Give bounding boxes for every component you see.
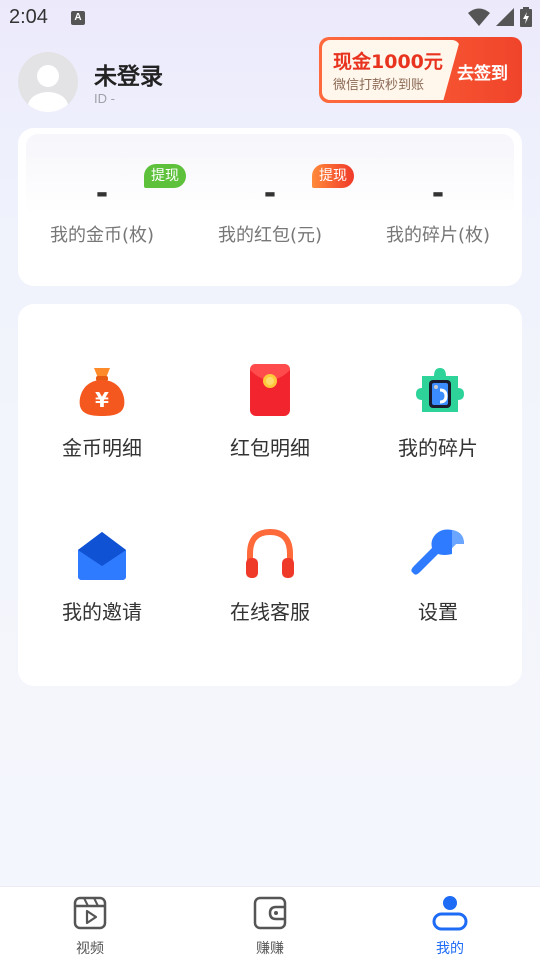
menu-item-my-invitations[interactable]: 我的邀请 [18,468,186,628]
nav-label: 视频 [76,941,104,957]
menu-item-red-packet-details[interactable]: 红包明细 [186,304,354,464]
menu-item-label: 我的邀请 [62,600,142,624]
nav-item-earn[interactable]: 赚赚 [180,887,360,960]
fragments-value: - [431,176,445,211]
red-packet-label: 我的红包(元) [217,225,323,246]
banner-subtitle: 微信打款秒到账 [333,78,425,93]
function-grid: ¥ 金币明细 红包明细 我的碎片 我的邀请 在线客服 设置 [18,304,522,686]
status-time: 2:04 [9,6,48,28]
bottom-nav: 视频 赚赚 我的 [0,886,540,960]
menu-item-label: 金币明细 [62,436,142,460]
menu-item-coin-details[interactable]: ¥ 金币明细 [18,304,186,464]
headphones-icon [246,528,294,578]
svg-text:¥: ¥ [95,388,109,412]
banner-title: 现金1000元 [333,51,443,73]
user-icon [432,896,468,931]
coins-label: 我的金币(枚) [49,225,155,246]
username[interactable]: 未登录 [94,57,163,91]
video-icon [73,896,107,930]
red-packet-stat[interactable]: - 我的红包(元) 提现 [186,128,354,286]
fragments-stat[interactable]: - 我的碎片(枚) [354,128,522,286]
signal-icon [496,8,514,26]
wallet-card: - 我的金币(枚) 提现 - 我的红包(元) 提现 - 我的碎片(枚) [18,128,522,286]
avatar[interactable] [18,52,78,112]
notification-icon: A [71,11,85,25]
coins-stat[interactable]: - 我的金币(枚) 提现 [18,128,186,286]
sign-in-button[interactable]: 去签到 [457,59,508,84]
user-id: ID - [94,91,115,106]
puzzle-phone-icon [416,368,464,412]
nav-item-video[interactable]: 视频 [0,887,180,960]
menu-item-online-service[interactable]: 在线客服 [186,468,354,628]
nav-label: 赚赚 [256,941,284,957]
menu-item-settings[interactable]: 设置 [354,468,522,628]
fragments-label: 我的碎片(枚) [385,225,491,246]
money-bag-icon: ¥ [79,368,125,416]
battery-icon [520,7,532,27]
coins-withdraw-badge[interactable]: 提现 [144,164,186,188]
nav-item-me[interactable]: 我的 [360,887,540,960]
wrench-icon [411,529,464,575]
sign-in-banner[interactable]: 现金1000元 微信打款秒到账 去签到 [319,37,522,103]
menu-item-label: 设置 [418,600,458,624]
default-avatar-icon [28,65,68,112]
wifi-icon [468,8,490,26]
status-bar: 2:04 A [0,0,540,36]
envelope-icon [78,532,126,580]
status-icons [468,7,532,27]
menu-item-my-fragments[interactable]: 我的碎片 [354,304,522,464]
menu-item-label: 红包明细 [230,436,310,460]
nav-label: 我的 [436,941,464,957]
red-envelope-icon [250,364,290,416]
menu-item-label: 我的碎片 [398,436,478,460]
red-packet-withdraw-badge[interactable]: 提现 [312,164,354,188]
wallet-icon [253,896,287,930]
menu-item-label: 在线客服 [230,600,310,624]
